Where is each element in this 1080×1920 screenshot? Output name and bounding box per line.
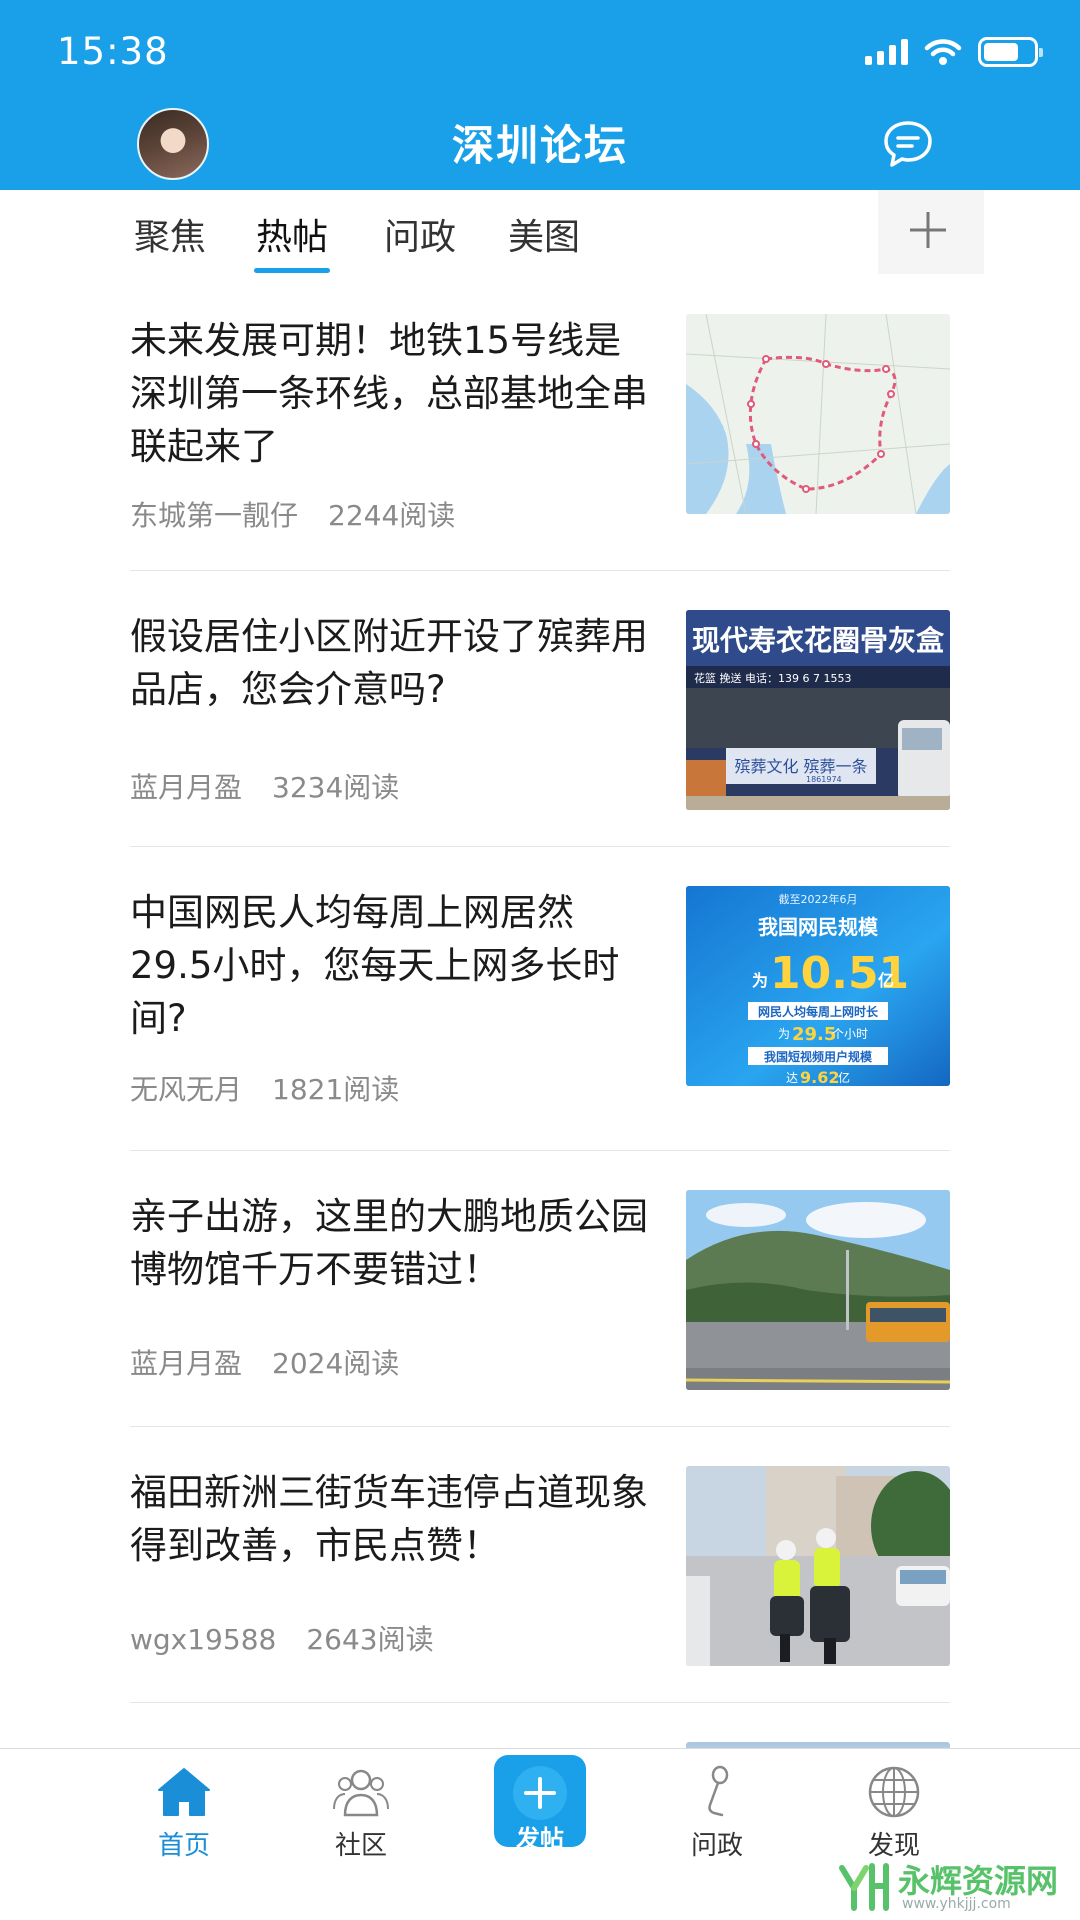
shop-banner-text: 殡葬文化 殡葬一条 — [734, 757, 867, 776]
nav-community[interactable]: 社区 — [301, 1763, 421, 1862]
post-title[interactable]: 福田新洲三街货车违停占道现象得到改善，市民点赞！ — [130, 1466, 650, 1572]
post-item[interactable]: 福田新洲三街货车违停占道现象得到改善，市民点赞！ wgx19588 2643阅读 — [130, 1466, 950, 1666]
app-header: 15:38 深圳论坛 — [0, 0, 1080, 190]
post-author: 蓝月月盈 — [130, 1347, 243, 1380]
message-icon[interactable] — [882, 118, 934, 170]
post-reads: 3234阅读 — [272, 771, 400, 804]
stats-date: 截至2022年6月 — [779, 892, 858, 906]
category-tabs: 聚焦 热帖 问政 美图 — [98, 190, 984, 274]
microphone-icon — [708, 1765, 729, 1817]
watermark-url: www.yhkjjj.com — [902, 1896, 1011, 1912]
shop-phone-text: 花篮 挽送 电话：139 6 7 1553 — [694, 671, 851, 685]
post-item[interactable]: 未来发展可期！地铁15号线是深圳第一条环线，总部基地全串联起来了 东城第一靓仔 2… — [130, 314, 950, 532]
post-meta: 蓝月月盈 2024阅读 — [130, 1342, 399, 1382]
wifi-icon — [924, 39, 962, 65]
post-thumbnail-stats[interactable]: 截至2022年6月 我国网民规模 为 10.51 亿 网民人均每周上网时长 为 … — [686, 886, 950, 1086]
nav-politics-label: 问政 — [690, 1831, 743, 1861]
site-watermark: 永辉资源网 www.yhkjjj.com — [832, 1856, 1072, 1916]
post-author: 无风无月 — [130, 1073, 243, 1106]
stats-line2a: 为 — [778, 1027, 790, 1041]
stats-line2c: 个小时 — [832, 1027, 868, 1041]
stats-unit: 亿 — [878, 971, 894, 990]
stats-line4c: 亿 — [838, 1070, 850, 1085]
post-author: wgx19588 — [130, 1623, 277, 1656]
post-item[interactable]: 假设居住小区附近开设了殡葬用品店，您会介意吗? 蓝月月盈 3234阅读 现代寿衣花… — [130, 610, 950, 810]
divider — [130, 1426, 950, 1427]
stats-prefix: 为 — [752, 971, 768, 990]
community-icon — [333, 1769, 389, 1817]
post-author: 东城第一靓仔 — [130, 499, 299, 532]
tab-politics[interactable]: 问政 — [384, 208, 456, 260]
nav-politics[interactable]: 问政 — [657, 1763, 777, 1862]
plus-icon — [513, 1766, 567, 1820]
battery-icon — [978, 37, 1043, 67]
nav-discover[interactable]: 发现 — [834, 1763, 954, 1862]
nav-home[interactable]: 首页 — [124, 1763, 244, 1862]
post-title[interactable]: 中国网民人均每周上网居然29.5小时，您每天上网多长时间? — [130, 886, 650, 1045]
shop-sign-text: 现代寿衣花圈骨灰盒 — [692, 624, 945, 657]
stats-line2b: 29.5 — [792, 1024, 836, 1045]
globe-icon — [868, 1766, 920, 1818]
divider — [130, 570, 950, 571]
signal-icon — [865, 39, 908, 65]
status-icons — [865, 34, 1043, 70]
post-reads: 2024阅读 — [272, 1347, 400, 1380]
post-title[interactable]: 未来发展可期！地铁15号线是深圳第一条环线，总部基地全串联起来了 — [130, 314, 650, 473]
stats-headline: 我国网民规模 — [758, 915, 879, 939]
post-thumbnail-park[interactable] — [686, 1190, 950, 1390]
post-button-label: 发帖 — [516, 1825, 564, 1853]
post-author: 蓝月月盈 — [130, 771, 243, 804]
active-tab-indicator — [254, 268, 330, 273]
post-meta: wgx19588 2643阅读 — [130, 1618, 434, 1658]
post-meta: 蓝月月盈 3234阅读 — [130, 766, 399, 806]
tab-focus[interactable]: 聚焦 — [134, 208, 206, 260]
post-title[interactable]: 亲子出游，这里的大鹏地质公园博物馆千万不要错过！ — [130, 1190, 650, 1296]
post-feed: 未来发展可期！地铁15号线是深圳第一条环线，总部基地全串联起来了 东城第一靓仔 2… — [0, 274, 1080, 1748]
divider — [130, 1150, 950, 1151]
stats-line1: 网民人均每周上网时长 — [758, 1004, 879, 1019]
post-thumbnail-shop[interactable]: 现代寿衣花圈骨灰盒 花篮 挽送 电话：139 6 7 1553 殡葬文化 殡葬一… — [686, 610, 950, 810]
stats-line4b: 9.62 — [800, 1068, 839, 1086]
post-reads: 1821阅读 — [272, 1073, 400, 1106]
tab-hot[interactable]: 热帖 — [256, 208, 328, 260]
shop-phone-text-2: 1861974 — [806, 775, 842, 784]
post-button[interactable]: 发帖 — [494, 1755, 586, 1853]
status-time: 15:38 — [57, 30, 169, 73]
stats-line4a: 达 — [786, 1071, 798, 1085]
divider — [130, 846, 950, 847]
nav-community-label: 社区 — [334, 1831, 387, 1861]
post-reads: 2244阅读 — [328, 499, 456, 532]
post-item[interactable]: 亲子出游，这里的大鹏地质公园博物馆千万不要错过！ 蓝月月盈 2024阅读 — [130, 1190, 950, 1390]
post-thumbnail-traffic-police[interactable] — [686, 1466, 950, 1666]
post-thumbnail-metro-map[interactable] — [686, 314, 950, 514]
watermark-logo-icon — [839, 1863, 889, 1911]
nav-home-label: 首页 — [157, 1831, 210, 1861]
post-meta: 无风无月 1821阅读 — [130, 1068, 399, 1108]
post-meta: 东城第一靓仔 2244阅读 — [130, 494, 455, 534]
post-reads: 2643阅读 — [306, 1623, 434, 1656]
post-title[interactable]: 假设居住小区附近开设了殡葬用品店，您会介意吗? — [130, 610, 650, 716]
divider — [130, 1702, 950, 1703]
add-tab-icon[interactable] — [904, 206, 952, 254]
post-item[interactable]: 中国网民人均每周上网居然29.5小时，您每天上网多长时间? 无风无月 1821阅读… — [130, 886, 950, 1106]
home-icon — [158, 1768, 210, 1816]
stats-line3: 我国短视频用户规模 — [764, 1049, 873, 1064]
tab-photos[interactable]: 美图 — [508, 208, 580, 260]
